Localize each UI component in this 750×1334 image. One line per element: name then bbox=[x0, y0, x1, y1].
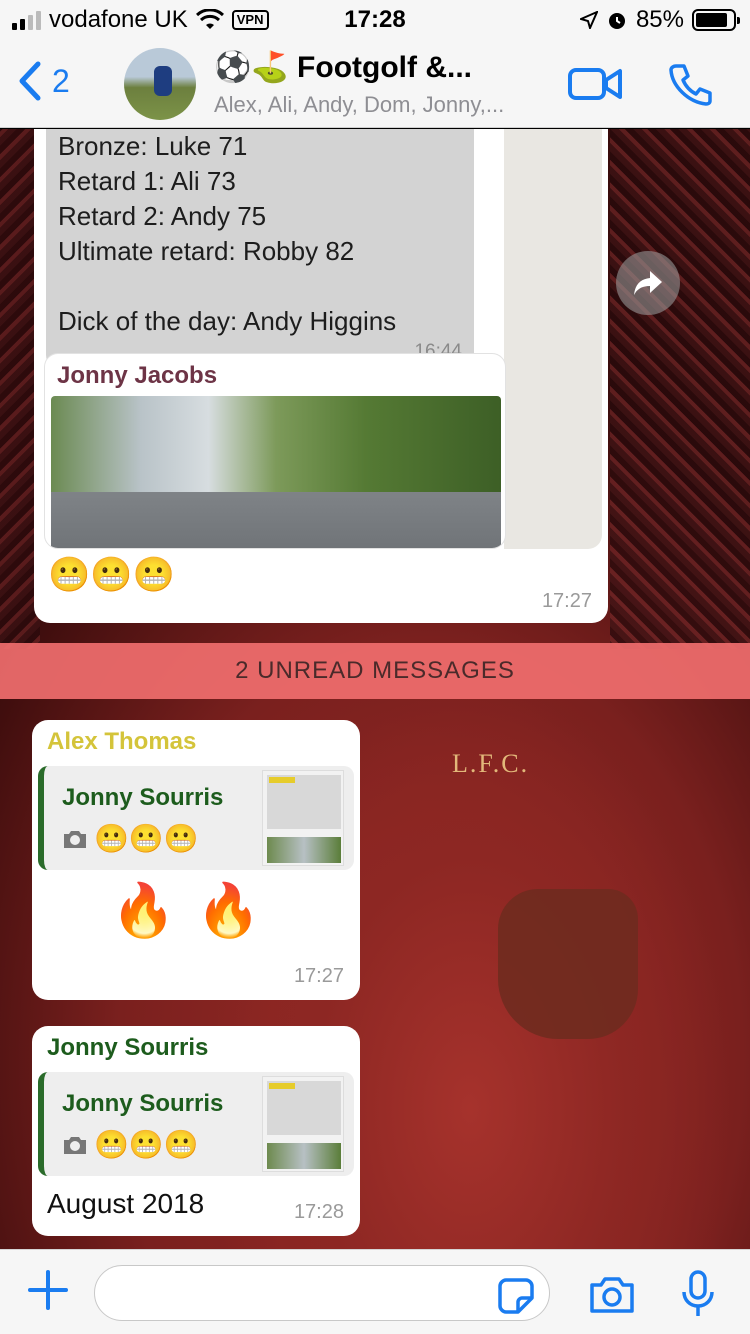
quoted-thumbnail bbox=[262, 1076, 344, 1172]
message-timestamp: 17:28 bbox=[293, 1201, 344, 1223]
compose-bar bbox=[0, 1249, 750, 1334]
unread-count: 2 bbox=[52, 62, 70, 99]
message-timestamp: 17:27 bbox=[293, 965, 344, 987]
chat-header: 2 ⚽️⛳️ Footgolf &... Alex, Ali, Andy, Do… bbox=[0, 40, 750, 128]
message-bubble[interactable]: Jonny Sourris Jonny Sourris 😬😬😬 August 2… bbox=[32, 1026, 360, 1236]
result-line: Ultimate retard: Robby 82 bbox=[58, 236, 355, 266]
plus-icon[interactable] bbox=[26, 1268, 70, 1312]
photo-message-card[interactable]: Jonny Jacobs bbox=[44, 353, 506, 549]
result-line: Bronze: Luke 71 bbox=[58, 131, 248, 161]
video-call-icon[interactable] bbox=[568, 66, 622, 102]
sticker-icon[interactable] bbox=[498, 1278, 534, 1314]
quoted-text: 😬😬😬 bbox=[94, 823, 199, 854]
microphone-icon[interactable] bbox=[680, 1270, 716, 1318]
message-text: 🔥🔥 bbox=[111, 882, 281, 940]
message-bubble[interactable]: Alex Thomas Jonny Sourris 😬😬😬 🔥🔥 17:27 bbox=[32, 720, 360, 1000]
result-line: Dick of the day: Andy Higgins bbox=[58, 306, 397, 336]
quoted-reply[interactable]: Jonny Sourris 😬😬😬 bbox=[38, 1072, 354, 1176]
quoted-reply[interactable]: Jonny Sourris 😬😬😬 bbox=[38, 766, 354, 870]
street-photo[interactable] bbox=[51, 396, 501, 548]
message-text: August 2018 bbox=[47, 1188, 205, 1219]
phone-call-icon[interactable] bbox=[668, 62, 712, 106]
forward-button[interactable] bbox=[616, 251, 680, 315]
location-arrow-icon bbox=[579, 11, 598, 29]
wallpaper-crowd bbox=[610, 129, 750, 649]
quoted-sender: Jonny Sourris bbox=[62, 1090, 224, 1117]
quoted-text: 😬😬😬 bbox=[94, 1129, 199, 1160]
camera-icon bbox=[64, 830, 86, 848]
photo-author: Jonny Jacobs bbox=[57, 362, 218, 389]
unread-messages-banner: 2 UNREAD MESSAGES bbox=[0, 643, 750, 699]
battery-icon bbox=[692, 9, 740, 31]
chat-area[interactable]: L.F.C. Bronze: Luke 71 Retard 1: Ali 73 … bbox=[0, 129, 750, 1249]
forwarded-message-bubble[interactable]: Bronze: Luke 71 Retard 1: Ali 73 Retard … bbox=[34, 129, 608, 623]
message-timestamp: 17:27 bbox=[541, 590, 592, 612]
sender-name[interactable]: Alex Thomas bbox=[47, 728, 196, 756]
message-input[interactable] bbox=[94, 1265, 550, 1321]
sender-name[interactable]: Jonny Sourris bbox=[47, 1034, 208, 1062]
camera-icon bbox=[64, 1136, 86, 1154]
quoted-sender: Jonny Sourris bbox=[62, 784, 224, 811]
status-bar: vodafone UK VPN 17:28 85% bbox=[0, 0, 750, 40]
forward-arrow-icon bbox=[634, 271, 662, 295]
result-line: Retard 2: Andy 75 bbox=[58, 201, 267, 231]
emoji-text: 😬😬😬 bbox=[48, 556, 176, 594]
group-title[interactable]: ⚽️⛳️ Footgolf &... bbox=[214, 50, 472, 85]
wallpaper-shirt-logo: L.F.C. bbox=[452, 749, 530, 778]
group-avatar[interactable] bbox=[124, 48, 196, 120]
forwarded-text-card: Bronze: Luke 71 Retard 1: Ali 73 Retard … bbox=[46, 129, 474, 371]
camera-icon[interactable] bbox=[588, 1276, 636, 1314]
chevron-left-icon bbox=[19, 61, 41, 101]
group-members[interactable]: Alex, Ali, Andy, Dom, Jonny,... bbox=[214, 92, 504, 118]
alarm-icon bbox=[608, 13, 625, 29]
quoted-thumbnail bbox=[262, 770, 344, 866]
wallpaper-thumb bbox=[498, 889, 638, 1039]
back-button[interactable]: 2 bbox=[16, 60, 70, 102]
result-line: Retard 1: Ali 73 bbox=[58, 166, 236, 196]
battery-percent: 85% bbox=[635, 6, 684, 33]
